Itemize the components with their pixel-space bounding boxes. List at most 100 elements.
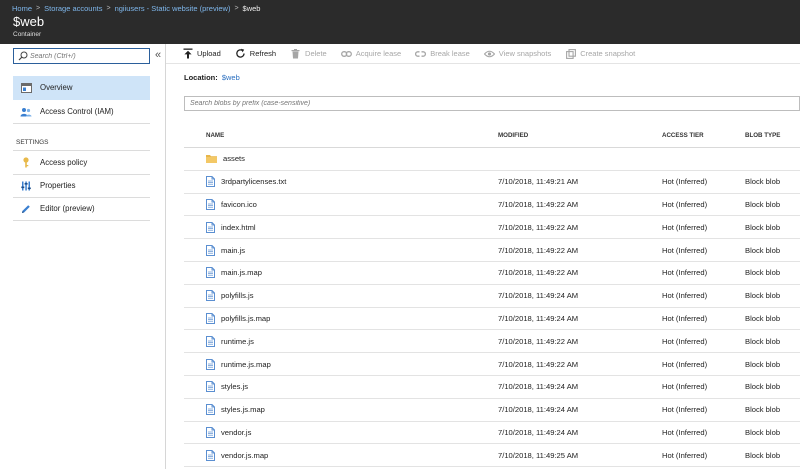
row-name[interactable]: 3rdpartylicenses.txt xyxy=(221,177,286,186)
upload-label: Upload xyxy=(197,49,221,58)
row-name[interactable]: vendor.js xyxy=(221,428,251,437)
table-row[interactable]: index.html 7/10/2018, 11:49:22 AM Hot (Inf… xyxy=(184,216,800,240)
sidebar-item-label: Editor (preview) xyxy=(40,204,95,213)
collapse-sidebar-button[interactable]: « xyxy=(155,49,161,61)
table-row[interactable]: polyfills.js 7/10/2018, 11:49:24 AM Hot (I… xyxy=(184,285,800,308)
row-name[interactable]: styles.js xyxy=(221,382,248,391)
sidebar-search-input[interactable] xyxy=(30,52,145,60)
view-snapshots-button[interactable]: View snapshots xyxy=(483,48,551,59)
folder-icon xyxy=(206,153,217,164)
file-icon xyxy=(206,335,215,347)
row-name[interactable]: vendor.js.map xyxy=(221,451,268,460)
row-name-cell: main.js xyxy=(184,244,498,256)
row-access-tier: Hot (Inferred) xyxy=(662,268,708,278)
break-lease-button[interactable]: Break lease xyxy=(415,48,470,59)
refresh-button[interactable]: Refresh xyxy=(235,48,276,59)
row-name-cell: favicon.ico xyxy=(184,198,498,210)
blob-table: NAME MODIFIED ACCESS TIER BLOB TYPE asse… xyxy=(184,124,800,468)
row-modified: 7/10/2018, 11:49:24 AM xyxy=(498,313,579,323)
table-row[interactable]: polyfills.js.map 7/10/2018, 11:49:24 AM Ho… xyxy=(184,308,800,331)
row-name-cell: runtime.js xyxy=(184,335,498,347)
settings-section-label: SETTINGS xyxy=(16,139,49,146)
table-row[interactable]: vendor.js 7/10/2018, 11:49:24 AM Hot (Infe… xyxy=(184,422,800,445)
breadcrumb-home[interactable]: Home xyxy=(12,4,32,13)
row-access-tier: Hot (Inferred) xyxy=(662,222,708,232)
sidebar-item-iam[interactable]: Access Control (IAM) xyxy=(13,100,150,124)
page-subtitle: Container xyxy=(13,31,42,38)
acquire-lease-button[interactable]: Acquire lease xyxy=(340,48,402,59)
link-icon xyxy=(340,48,352,59)
row-blob-type: Block blob xyxy=(745,405,781,415)
breadcrumb-separator: > xyxy=(234,5,239,12)
table-row[interactable]: favicon.ico 7/10/2018, 11:49:22 AM Hot (In… xyxy=(184,194,800,217)
breadcrumb-static-website[interactable]: ngiiusers - Static website (preview) xyxy=(115,4,231,13)
acquire-lease-label: Acquire lease xyxy=(355,49,402,58)
column-header-blob-type[interactable]: BLOB TYPE xyxy=(745,132,800,139)
row-name[interactable]: main.js.map xyxy=(221,268,262,277)
table-row[interactable]: runtime.js 7/10/2018, 11:49:22 AM Hot (Inf… xyxy=(184,330,800,354)
properties-icon xyxy=(20,180,32,192)
row-name[interactable]: assets xyxy=(223,154,245,163)
row-name[interactable]: favicon.ico xyxy=(221,200,257,209)
table-row[interactable]: main.js.map 7/10/2018, 11:49:22 AM Hot (In… xyxy=(184,262,800,285)
row-name-cell: vendor.js xyxy=(184,426,498,438)
create-snapshot-button[interactable]: Create snapshot xyxy=(565,48,635,59)
table-row[interactable]: 3rdpartylicenses.txt 7/10/2018, 11:49:21 … xyxy=(184,171,800,194)
trash-icon xyxy=(290,48,301,59)
column-header-access-tier[interactable]: ACCESS TIER xyxy=(662,132,745,139)
file-icon xyxy=(206,312,215,324)
column-header-name[interactable]: NAME xyxy=(184,132,498,139)
overview-icon xyxy=(20,82,32,94)
table-row[interactable]: styles.js.map 7/10/2018, 11:49:24 AM Hot (… xyxy=(184,399,800,422)
blob-search[interactable] xyxy=(184,96,800,111)
table-row[interactable]: assets xyxy=(184,148,800,171)
table-row[interactable]: main.js 7/10/2018, 11:49:22 AM Hot (Inferr… xyxy=(184,239,800,262)
column-header-modified[interactable]: MODIFIED xyxy=(498,132,662,139)
row-name[interactable]: runtime.js.map xyxy=(221,360,271,369)
row-name[interactable]: polyfills.js.map xyxy=(221,314,270,323)
row-access-tier: Hot (Inferred) xyxy=(662,291,708,301)
breadcrumb-storage-accounts[interactable]: Storage accounts xyxy=(44,4,102,13)
upload-button[interactable]: Upload xyxy=(182,48,221,59)
file-icon xyxy=(206,404,215,416)
eye-icon xyxy=(483,48,495,59)
sidebar-item-properties[interactable]: Properties xyxy=(13,174,150,198)
delete-button[interactable]: Delete xyxy=(290,48,327,59)
row-blob-type: Block blob xyxy=(745,245,781,255)
sidebar-item-editor[interactable]: Editor (preview) xyxy=(13,197,150,221)
row-access-tier: Hot (Inferred) xyxy=(662,405,708,415)
row-modified: 7/10/2018, 11:49:22 AM xyxy=(498,359,579,369)
sidebar-item-access-policy[interactable]: Access policy xyxy=(13,151,150,175)
sidebar-item-label: Overview xyxy=(40,83,73,92)
row-name[interactable]: polyfills.js xyxy=(221,291,254,300)
table-row[interactable]: vendor.js.map 7/10/2018, 11:49:25 AM Hot (… xyxy=(184,444,800,468)
row-name-cell: main.js.map xyxy=(184,267,498,279)
sidebar-search[interactable] xyxy=(13,48,150,64)
row-blob-type: Block blob xyxy=(745,199,781,209)
row-name-cell: styles.js.map xyxy=(184,404,498,416)
file-icon xyxy=(206,267,215,279)
row-access-tier: Hot (Inferred) xyxy=(662,177,708,187)
file-icon xyxy=(206,198,215,210)
row-name[interactable]: index.html xyxy=(221,223,256,232)
row-name[interactable]: runtime.js xyxy=(221,337,254,346)
location-label: Location: xyxy=(184,73,218,82)
page-title: $web xyxy=(13,14,45,29)
file-icon xyxy=(206,176,215,188)
table-row[interactable]: runtime.js.map 7/10/2018, 11:49:22 AM Hot … xyxy=(184,353,800,376)
pencil-icon xyxy=(20,203,32,215)
row-access-tier: Hot (Inferred) xyxy=(662,450,708,460)
row-name[interactable]: main.js xyxy=(221,246,245,255)
row-name-cell: polyfills.js xyxy=(184,290,498,302)
table-row[interactable]: styles.js 7/10/2018, 11:49:24 AM Hot (Infe… xyxy=(184,376,800,399)
blob-search-input[interactable] xyxy=(185,97,799,110)
row-name[interactable]: styles.js.map xyxy=(221,405,265,414)
file-icon xyxy=(206,221,215,233)
location-link[interactable]: $web xyxy=(222,73,240,82)
location: Location: $web xyxy=(184,73,240,82)
file-icon xyxy=(206,449,215,461)
sidebar-item-overview[interactable]: Overview xyxy=(13,76,150,100)
row-modified: 7/10/2018, 11:49:22 AM xyxy=(498,336,579,346)
row-modified: 7/10/2018, 11:49:21 AM xyxy=(498,177,579,187)
row-blob-type: Block blob xyxy=(745,177,781,187)
